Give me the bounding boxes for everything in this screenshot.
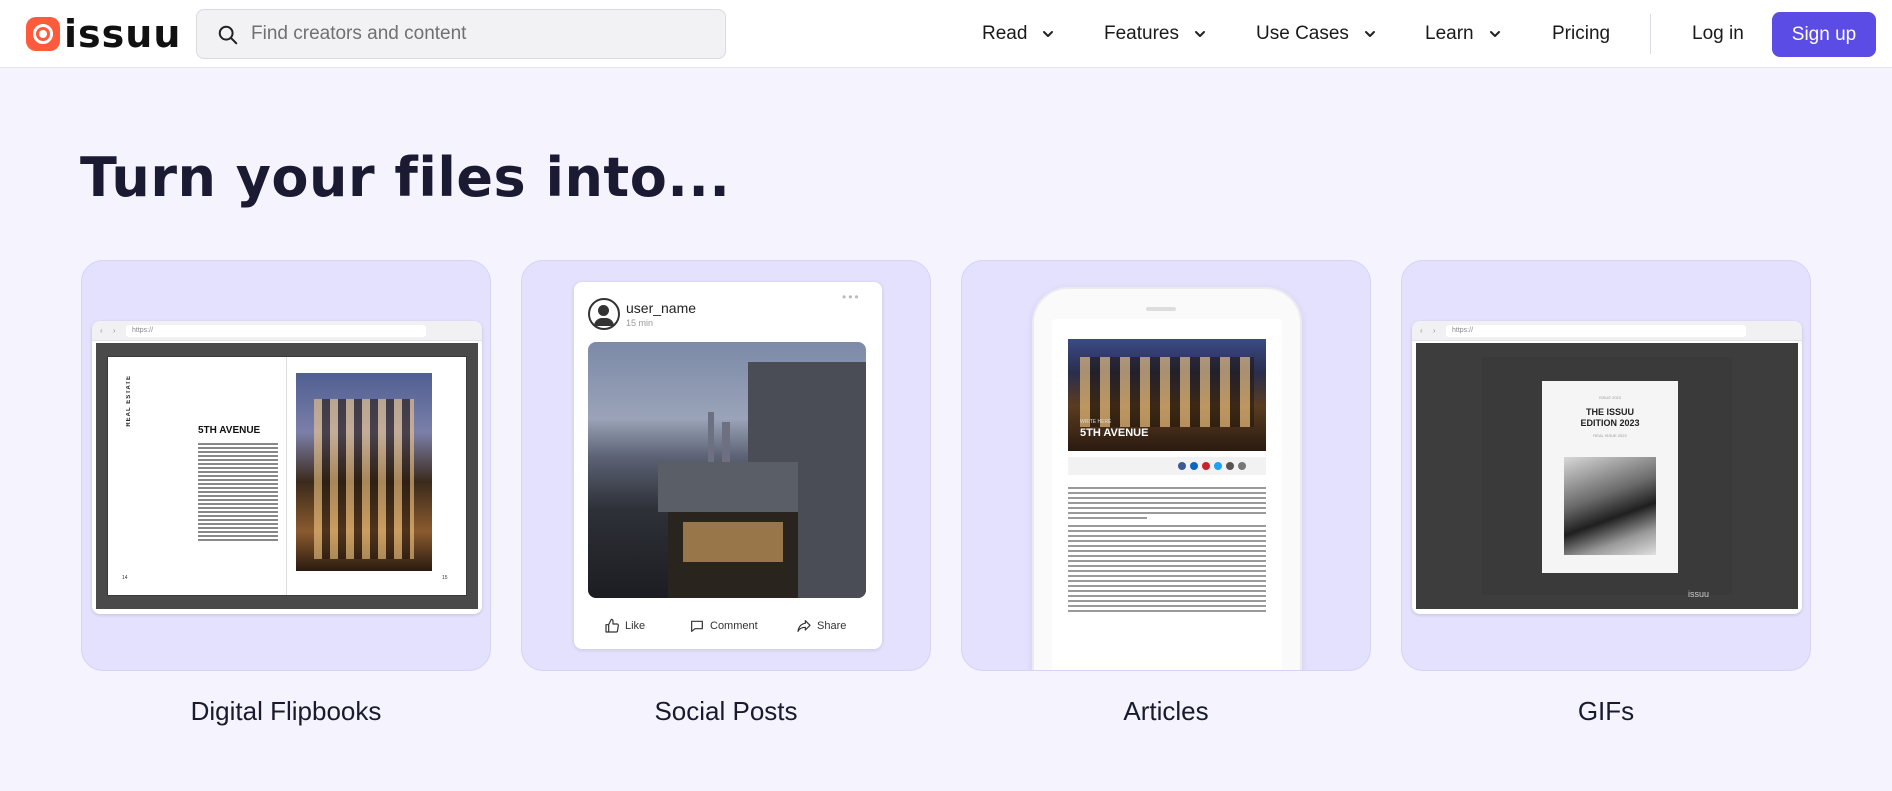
gif-browser-preview: ‹ › https:// ISSUE 2023 THE ISSUU EDITIO… — [1412, 321, 1802, 614]
gif-cover-sub: REAL ISSUE 2023 — [1593, 433, 1627, 438]
issuu-logo[interactable]: issuu — [26, 12, 182, 56]
chevron-down-icon — [1043, 31, 1054, 37]
top-nav: issuu Read Features Use Cases Learn Pric… — [0, 0, 1892, 68]
gif-viewer: ISSUE 2023 THE ISSUU EDITION 2023 REAL I… — [1416, 343, 1798, 609]
nav-pricing[interactable]: Pricing — [1552, 18, 1610, 50]
facebook-icon — [1178, 462, 1186, 470]
article-title: 5TH AVENUE — [1080, 427, 1149, 439]
nav-read-label: Read — [982, 23, 1028, 44]
login-link[interactable]: Log in — [1692, 18, 1744, 50]
article-share-bar — [1068, 457, 1266, 475]
rooftop-photo — [588, 342, 866, 598]
card-label-gifs[interactable]: GIFs — [1401, 696, 1811, 727]
pinterest-icon — [1202, 462, 1210, 470]
like-label: Like — [625, 620, 646, 632]
share-icon — [797, 620, 811, 632]
nav-divider — [1650, 14, 1651, 54]
nav-pricing-label: Pricing — [1552, 23, 1611, 44]
gif-cover-title: THE ISSUU EDITION 2023 — [1542, 407, 1678, 429]
flipbook-vertical-text: REAL ESTATE — [126, 375, 132, 427]
chevron-down-icon — [1194, 31, 1205, 37]
issuu-logo-mark-icon — [26, 17, 60, 51]
share-label: Share — [817, 620, 847, 632]
article-body-text — [1068, 487, 1266, 615]
share-action[interactable]: Share — [796, 615, 846, 637]
chevron-down-icon — [1489, 31, 1500, 37]
browser-bar: ‹ › https:// — [1412, 321, 1802, 341]
comment-icon — [691, 620, 703, 632]
building-photo — [296, 373, 432, 571]
card-social-posts[interactable]: user_name 15 min ••• Like Comment Share — [521, 260, 931, 671]
flipbook-left-page: REAL ESTATE 5TH AVENUE 14 — [108, 357, 287, 595]
gif-title-line-2: EDITION 2023 — [1580, 418, 1640, 428]
nav-read[interactable]: Read — [982, 18, 1055, 50]
flipbook-title: 5TH AVENUE — [198, 425, 261, 436]
browser-url: https:// — [126, 325, 426, 337]
post-username: user_name — [626, 300, 697, 316]
dune-photo — [1564, 457, 1656, 555]
user-avatar-icon — [588, 298, 620, 330]
browser-nav-arrows-icon: ‹ › — [1420, 326, 1440, 335]
nav-features-label: Features — [1104, 23, 1179, 44]
search-icon — [218, 25, 238, 45]
card-label-digital-flipbooks[interactable]: Digital Flipbooks — [81, 696, 491, 727]
comment-action[interactable]: Comment — [689, 615, 758, 637]
nav-learn-label: Learn — [1425, 23, 1474, 44]
gif-cover-small: ISSUE 2023 — [1598, 395, 1621, 400]
search-input[interactable] — [251, 10, 711, 58]
nav-learn[interactable]: Learn — [1425, 18, 1502, 50]
nav-use-cases[interactable]: Use Cases — [1256, 18, 1377, 50]
flipbook-browser-preview: ‹ › https:// REAL ESTATE 5TH AVENUE 14 1… — [92, 321, 482, 614]
social-post-preview: user_name 15 min ••• Like Comment Share — [574, 282, 882, 649]
email-icon — [1226, 462, 1234, 470]
chevron-down-icon — [1364, 31, 1375, 37]
gif-watermark: issuu — [1688, 589, 1710, 599]
browser-bar: ‹ › https:// — [92, 321, 482, 341]
gif-title-line-1: THE ISSUU — [1585, 407, 1634, 417]
logo-wordmark: issuu — [64, 12, 182, 56]
page-number-right: 15 — [442, 575, 448, 581]
card-articles[interactable]: WRITE HERE 5TH AVENUE — [961, 260, 1371, 671]
card-gifs[interactable]: ‹ › https:// ISSUE 2023 THE ISSUU EDITIO… — [1401, 260, 1811, 671]
thumbs-up-icon — [605, 618, 619, 633]
browser-nav-arrows-icon: ‹ › — [100, 326, 120, 335]
browser-url: https:// — [1446, 325, 1746, 337]
linkedin-icon — [1190, 462, 1198, 470]
phone-speaker — [1146, 307, 1176, 311]
flipbook-spread: REAL ESTATE 5TH AVENUE 14 15 — [108, 357, 466, 595]
like-action[interactable]: Like — [604, 615, 645, 637]
comment-label: Comment — [710, 620, 758, 632]
phone-screen: WRITE HERE 5TH AVENUE — [1052, 319, 1282, 670]
twitter-icon — [1214, 462, 1222, 470]
post-time: 15 min — [626, 318, 654, 328]
card-label-articles[interactable]: Articles — [961, 696, 1371, 727]
nav-use-cases-label: Use Cases — [1256, 23, 1349, 44]
gif-cover-page: ISSUE 2023 THE ISSUU EDITION 2023 REAL I… — [1542, 381, 1678, 573]
article-kicker: WRITE HERE — [1080, 419, 1112, 425]
page-number-left: 14 — [122, 575, 128, 581]
article-hero-photo: WRITE HERE 5TH AVENUE — [1068, 339, 1266, 451]
signup-button[interactable]: Sign up — [1772, 12, 1876, 57]
phone-mockup: WRITE HERE 5TH AVENUE — [1032, 287, 1302, 670]
more-options-icon: ••• — [842, 290, 861, 304]
flipbook-body-text — [198, 443, 278, 543]
section-heading: Turn your files into... — [80, 146, 731, 209]
search-bar[interactable] — [196, 9, 726, 59]
post-actions: Like Comment Share — [574, 615, 882, 639]
flipbook-viewer: REAL ESTATE 5TH AVENUE 14 15 — [96, 343, 478, 609]
nav-features[interactable]: Features — [1104, 18, 1207, 50]
card-label-social-posts[interactable]: Social Posts — [521, 696, 931, 727]
link-icon — [1238, 462, 1246, 470]
card-digital-flipbooks[interactable]: ‹ › https:// REAL ESTATE 5TH AVENUE 14 1… — [81, 260, 491, 671]
